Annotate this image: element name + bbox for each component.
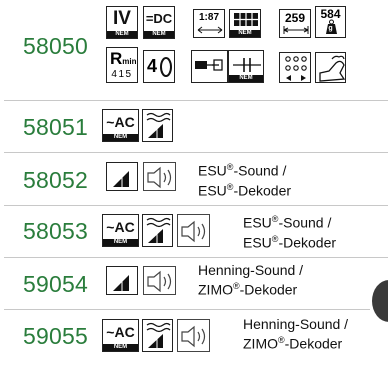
voltage-class-iv-icon: IV NEM (106, 6, 138, 39)
light-change-icon (142, 214, 173, 247)
light-change-icon (142, 109, 173, 142)
article-number: 58052 (23, 167, 88, 193)
article-number: 58051 (23, 114, 88, 140)
product-row-58052: 58052 ESU®-Sound / ESU®-Dekoder (0, 153, 388, 204)
scale-ruler-icon: 1:87 (193, 9, 225, 38)
sound-icon (143, 266, 176, 295)
sound-decoder-label: ESU®-Sound / ESU®-Dekoder (198, 162, 292, 199)
sound-decoder-label: Henning-Sound / ZIMO®-Dekoder (243, 316, 349, 352)
product-row-59055: 59055 ~AC NEM Henning-Sound / ZIMO®-Deko… (0, 310, 388, 370)
sound-icon (143, 162, 176, 191)
article-number: 58050 (23, 33, 88, 59)
driven-axles-icon: 4 (143, 50, 175, 83)
coupling-cam-icon (191, 50, 228, 83)
length-icon: 259 (279, 9, 311, 38)
ac-nem-icon: ~AC NEM (102, 319, 139, 352)
product-row-58051: 58051 ~AC NEM (0, 101, 388, 152)
product-row-59054: 59054 Henning-Sound / ZIMO®-Dekoder (0, 258, 388, 322)
light-change-icon (106, 162, 138, 191)
smoke-generator-icon (315, 52, 346, 83)
ac-nem-icon: ~AC NEM (102, 109, 139, 142)
weight-icon: 584 g (315, 6, 346, 38)
light-change-icon (142, 319, 173, 352)
double-arrow-icon (197, 26, 223, 34)
min-radius-icon: Rmin 415 (106, 47, 138, 83)
article-number: 59055 (23, 323, 88, 349)
short-coupling-icon: NEM (228, 50, 264, 83)
dc-nem-icon: =DC NEM (143, 6, 175, 39)
ac-nem-icon: ~AC NEM (102, 214, 139, 247)
sound-icon (177, 214, 210, 247)
article-number: 58053 (23, 218, 88, 244)
coupling-nem-icon: NEM (229, 9, 261, 38)
sound-decoder-label: Henning-Sound / ZIMO®-Dekoder (198, 262, 304, 298)
article-number: 59054 (23, 271, 88, 297)
product-row-58053: 58053 ~AC NEM ESU®-Sound / ESU®-Dekoder (0, 206, 388, 257)
wheel-arrangement-icon (279, 52, 311, 83)
product-row-58050: 58050 IV NEM =DC NEM 1:87 NEM 259 584 g … (0, 0, 388, 97)
sound-icon (177, 319, 210, 352)
light-change-icon (106, 266, 138, 295)
sound-decoder-label: ESU®-Sound / ESU®-Dekoder (243, 214, 337, 251)
